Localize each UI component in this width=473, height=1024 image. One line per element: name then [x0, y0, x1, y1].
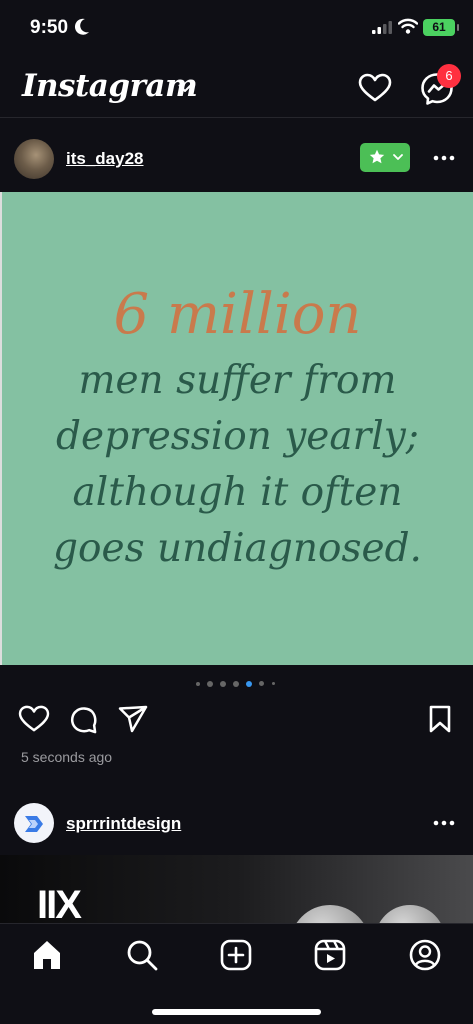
post-actions	[0, 700, 473, 742]
carousel-dot	[207, 681, 213, 687]
star-icon	[369, 149, 385, 164]
carousel-dot-active	[246, 681, 252, 687]
quote-line: men suffer from	[78, 358, 397, 403]
carousel-dot	[233, 681, 239, 687]
username[interactable]: sprrrintdesign	[66, 814, 181, 834]
avatar[interactable]	[14, 803, 54, 843]
more-icon[interactable]	[433, 155, 455, 161]
brand-logo-icon	[25, 816, 43, 832]
carousel-dot	[220, 681, 226, 687]
heart-icon[interactable]	[358, 73, 392, 103]
carousel-dot	[196, 682, 200, 686]
bookmark-icon[interactable]	[428, 705, 452, 733]
sphere-graphic	[290, 905, 370, 925]
sphere-graphic	[375, 905, 445, 925]
instagram-logo[interactable]: Instagram	[22, 68, 198, 104]
battery-level: 61	[432, 20, 446, 34]
notification-badge: 6	[437, 64, 461, 88]
app-header: Instagram 6	[0, 56, 473, 118]
chevron-down-icon	[393, 154, 403, 160]
more-icon[interactable]	[433, 820, 455, 826]
statistic-highlight: 6 million	[113, 282, 362, 347]
bottom-tab-bar	[0, 923, 473, 1024]
favorite-button[interactable]	[360, 143, 410, 172]
post-image[interactable]: 6 million men suffer from depression yea…	[0, 192, 473, 665]
status-time: 9:50	[30, 17, 69, 38]
carousel-dot	[259, 681, 264, 686]
post-header: its_day28	[0, 128, 473, 190]
create-icon[interactable]	[219, 938, 253, 972]
reels-icon[interactable]	[313, 938, 347, 972]
avatar[interactable]	[14, 139, 54, 179]
home-indicator	[152, 1009, 321, 1015]
post-timestamp: 5 seconds ago	[21, 749, 113, 765]
quote-line: depression yearly;	[56, 414, 419, 459]
post-header: sprrrintdesign	[0, 797, 473, 851]
status-bar: 9:50 61	[0, 0, 473, 56]
search-icon[interactable]	[125, 938, 159, 972]
battery-icon: 61	[423, 19, 459, 36]
post-image-text: IIX	[37, 883, 82, 925]
moon-icon	[74, 18, 89, 35]
post-image[interactable]: IIX	[0, 855, 473, 925]
carousel-dot	[272, 682, 275, 685]
signal-icon	[372, 21, 392, 34]
heart-icon[interactable]	[18, 705, 50, 733]
username[interactable]: its_day28	[66, 149, 144, 169]
profile-icon[interactable]	[408, 938, 442, 972]
quote-line: although it often	[72, 470, 403, 515]
chevron-down-icon[interactable]	[178, 84, 192, 93]
comment-icon[interactable]	[69, 705, 98, 734]
wifi-icon	[398, 18, 418, 34]
share-icon[interactable]	[118, 705, 148, 733]
home-icon[interactable]	[30, 938, 64, 972]
quote-line: goes undiagnosed.	[53, 526, 422, 571]
